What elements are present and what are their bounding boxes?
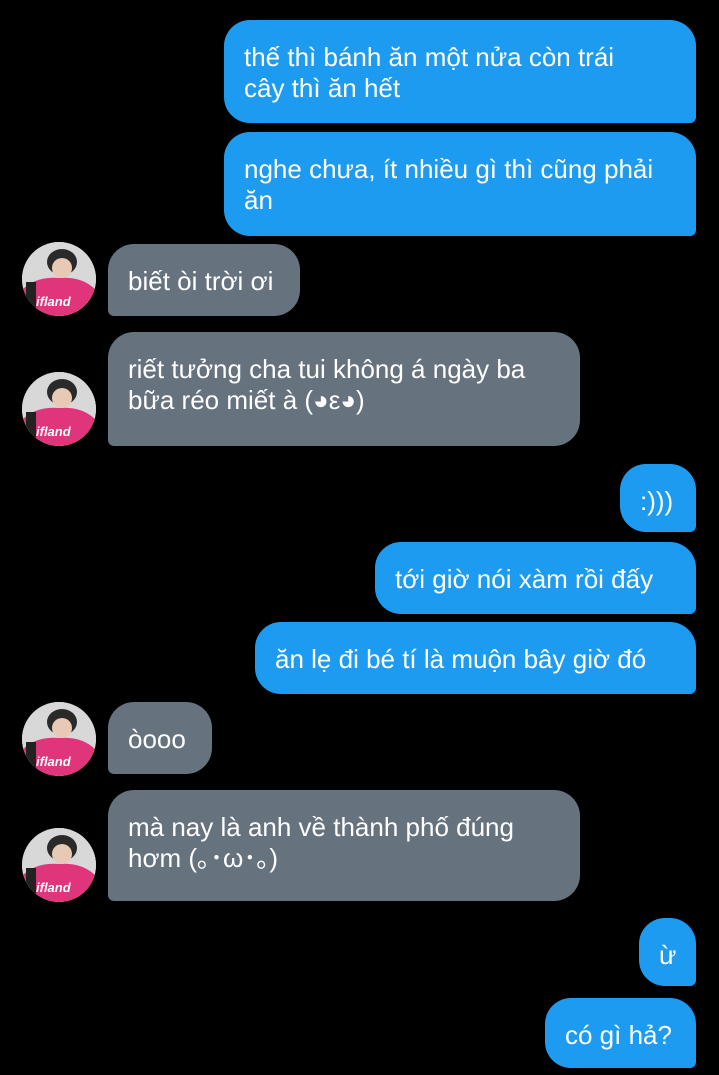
avatar-photo: ifland	[22, 828, 96, 902]
avatar-logo-text: ifland	[36, 294, 72, 309]
message-bubble-outgoing[interactable]: :)))	[620, 464, 696, 532]
chat-thread: thế thì bánh ăn một nửa còn trái cây thì…	[0, 0, 719, 1075]
contact-avatar[interactable]: ifland	[22, 828, 96, 902]
avatar-logo-text: ifland	[36, 880, 72, 895]
avatar-photo: ifland	[22, 242, 96, 316]
contact-avatar[interactable]: ifland	[22, 372, 96, 446]
message-bubble-outgoing[interactable]: thế thì bánh ăn một nửa còn trái cây thì…	[224, 20, 696, 123]
contact-avatar[interactable]: ifland	[22, 702, 96, 776]
message-bubble-outgoing[interactable]: ừ	[639, 918, 696, 986]
message-bubble-incoming[interactable]: mà nay là anh về thành phố đúng hơm (｡･ω…	[108, 790, 580, 901]
message-bubble-outgoing[interactable]: tới giờ nói xàm rồi đấy	[375, 542, 696, 614]
avatar-photo: ifland	[22, 372, 96, 446]
avatar-photo: ifland	[22, 702, 96, 776]
avatar-logo-text: ifland	[36, 754, 72, 769]
message-bubble-incoming[interactable]: biết òi trời ơi	[108, 244, 300, 316]
message-bubble-outgoing[interactable]: nghe chưa, ít nhiều gì thì cũng phải ăn	[224, 132, 696, 236]
message-bubble-outgoing[interactable]: có gì hả?	[545, 998, 696, 1068]
message-bubble-incoming[interactable]: òooo	[108, 702, 212, 774]
contact-avatar[interactable]: ifland	[22, 242, 96, 316]
message-bubble-outgoing[interactable]: ăn lẹ đi bé tí là muộn bây giờ đó	[255, 622, 696, 694]
message-bubble-incoming[interactable]: riết tưởng cha tui không á ngày ba bữa r…	[108, 332, 580, 446]
avatar-logo-text: ifland	[36, 424, 72, 439]
